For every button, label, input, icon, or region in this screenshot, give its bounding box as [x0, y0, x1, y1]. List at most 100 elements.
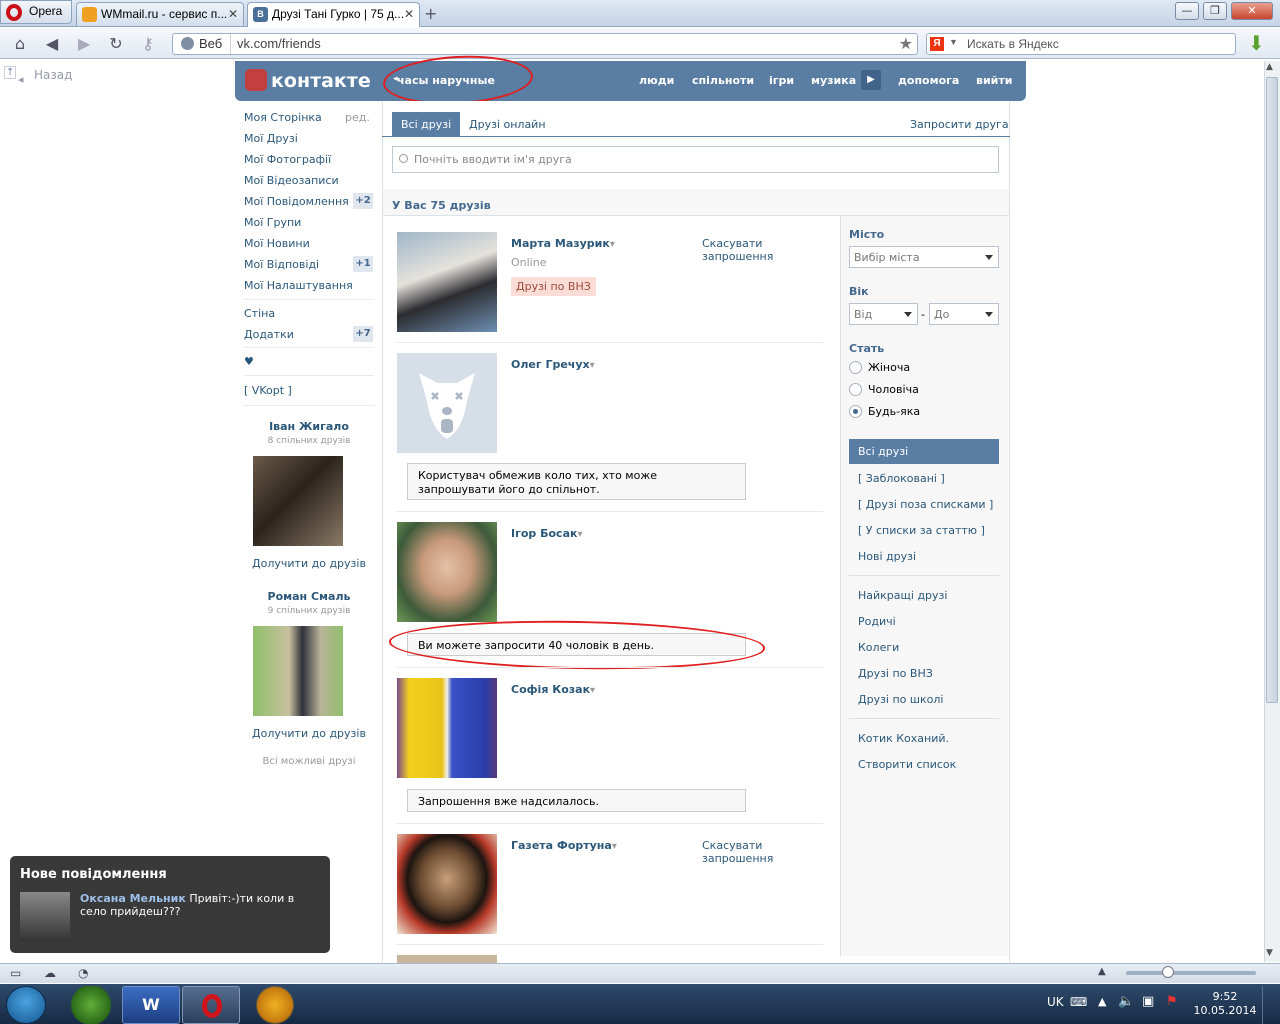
notification-body[interactable]: Оксана Мельник Привіт:-)ти коли в село п…	[80, 892, 320, 918]
sender-name[interactable]: Оксана Мельник	[80, 892, 186, 905]
network-icon[interactable]: ▣	[1142, 994, 1154, 1009]
nav-communities[interactable]: спільноти	[692, 74, 754, 87]
back-arrow-icon[interactable]: ◂	[18, 73, 24, 86]
home-icon[interactable]: ⌂	[10, 34, 30, 54]
list-outside-lists[interactable]: [ Друзі поза списками ]	[858, 498, 993, 511]
suggestion-mutual[interactable]: 8 спільних друзів	[244, 436, 374, 446]
zoom-slider-knob[interactable]	[1162, 966, 1174, 978]
nav-music[interactable]: музика	[811, 74, 856, 87]
menu-my-settings[interactable]: Мої Налаштування	[244, 279, 353, 292]
scroll-down-icon[interactable]: ▼	[1266, 948, 1273, 958]
speed-dial-icon[interactable]: ◔	[78, 966, 88, 980]
system-clock[interactable]: 9:52 10.05.2014	[1192, 990, 1258, 1018]
list-relatives[interactable]: Родичі	[858, 615, 896, 628]
suggestion-photo[interactable]	[253, 456, 343, 546]
chevron-down-icon[interactable]: ▾	[590, 360, 595, 371]
close-window-button[interactable]: ✕	[1231, 2, 1273, 20]
close-tab-icon[interactable]: ✕	[228, 7, 238, 21]
friend-name[interactable]: Олег Гречух▾	[511, 358, 595, 371]
chevron-down-icon[interactable]: ▾	[590, 685, 595, 696]
bookmark-star-icon[interactable]: ★	[899, 34, 913, 54]
age-from-select[interactable]: Від	[849, 303, 918, 325]
flag-icon[interactable]: ⚑	[1166, 994, 1178, 1009]
list-school[interactable]: Друзі по школі	[858, 693, 943, 706]
language-indicator[interactable]: UK	[1047, 995, 1064, 1009]
answers-count-badge[interactable]: +1	[353, 256, 373, 272]
tab-all-friends[interactable]: Всі друзі	[392, 112, 461, 137]
menu-my-photos[interactable]: Мої Фотографії	[244, 153, 331, 166]
create-list-link[interactable]: Створити список	[858, 758, 956, 771]
friend-photo[interactable]	[397, 955, 497, 963]
menu-my-groups[interactable]: Мої Групи	[244, 216, 301, 229]
all-possible-friends-link[interactable]: Всі можливі друзі	[244, 756, 374, 767]
list-by-sex[interactable]: [ У списки за статтю ]	[858, 524, 985, 537]
city-select[interactable]: Вибір міста	[849, 246, 999, 268]
messages-count-badge[interactable]: +2	[353, 193, 373, 209]
add-friend-link[interactable]: Долучити до друзів	[244, 727, 374, 740]
list-new-friends[interactable]: Нові друзі	[858, 550, 916, 563]
radio-any[interactable]	[849, 405, 862, 418]
menu-my-answers[interactable]: Мої Відповіді	[244, 258, 319, 271]
start-button[interactable]	[6, 986, 46, 1024]
tab-friends-online[interactable]: Друзі онлайн	[460, 112, 555, 137]
suggestion-mutual[interactable]: 9 спільних друзів	[244, 606, 374, 616]
list-best-friends[interactable]: Найкращі друзі	[858, 589, 947, 602]
list-all-friends[interactable]: Всі друзі	[849, 439, 999, 464]
utorrent-taskbar-icon[interactable]	[62, 986, 120, 1024]
friend-photo[interactable]	[397, 522, 497, 622]
list-colleagues[interactable]: Колеги	[858, 641, 899, 654]
web-label[interactable]: Веб	[173, 34, 232, 54]
reload-icon[interactable]: ↻	[106, 34, 126, 54]
nav-help[interactable]: допомога	[898, 74, 959, 87]
nav-people[interactable]: люди	[639, 74, 674, 87]
new-tab-icon[interactable]: +	[424, 4, 437, 23]
yandex-icon[interactable]: Я	[930, 37, 944, 51]
friend-photo[interactable]	[397, 834, 497, 934]
vkopt-link[interactable]: [ VKopt ]	[244, 384, 292, 397]
friend-photo[interactable]	[397, 353, 497, 453]
search-engine-dropdown-icon[interactable]: ▼	[949, 37, 958, 47]
add-friend-link[interactable]: Долучити до друзів	[244, 557, 374, 570]
chevron-down-icon[interactable]: ▾	[610, 239, 615, 250]
radio-male[interactable]	[849, 383, 862, 396]
friend-photo[interactable]	[397, 232, 497, 332]
tab-wmmail[interactable]: WMmail.ru - сервис п... ✕	[76, 2, 244, 26]
menu-my-messages[interactable]: Мої Повідомлення	[244, 195, 349, 208]
yandex-search-input[interactable]: Я ▼ Искать в Яндекс	[926, 33, 1236, 55]
list-badge[interactable]: Друзі по ВНЗ	[511, 277, 596, 296]
friend-name[interactable]: Ігор Босак▾	[511, 527, 582, 540]
friend-name[interactable]: Марта Мазурик▾	[511, 237, 615, 250]
friend-search-input[interactable]: Почніть вводити ім'я друга	[392, 146, 999, 173]
menu-edit-link[interactable]: ред.	[345, 111, 370, 124]
program-taskbar-icon[interactable]	[246, 986, 304, 1024]
volume-icon[interactable]: 🔈	[1118, 994, 1134, 1009]
close-tab-icon[interactable]: ✕	[404, 7, 414, 21]
list-university[interactable]: Друзі по ВНЗ	[858, 667, 933, 680]
apps-count-badge[interactable]: +7	[353, 326, 373, 342]
cancel-invitation-link[interactable]: Скасувати запрошення	[702, 237, 792, 263]
avatar[interactable]	[20, 892, 70, 942]
friend-name[interactable]: Софія Козак▾	[511, 683, 595, 696]
scroll-up-icon[interactable]: ▲	[1266, 62, 1273, 72]
minimize-button[interactable]: —	[1175, 2, 1199, 20]
friend-name[interactable]: Газета Фортуна▾	[511, 839, 617, 852]
new-message-notification[interactable]: Нове повідомлення Оксана Мельник Привіт:…	[10, 856, 330, 953]
vk-logo[interactable]: контакте	[245, 69, 371, 92]
key-icon[interactable]: ⚷	[138, 34, 158, 54]
zoom-slider[interactable]	[1126, 971, 1256, 975]
suggestion-name[interactable]: Роман Смаль	[244, 590, 374, 603]
heart-icon[interactable]: ♥	[244, 355, 254, 368]
radio-female-label[interactable]: Жіноча	[868, 361, 910, 374]
opera-taskbar-icon[interactable]	[182, 986, 240, 1024]
radio-male-label[interactable]: Чоловіча	[868, 383, 919, 396]
menu-wall[interactable]: Стіна	[244, 307, 275, 320]
menu-my-videos[interactable]: Мої Відеозаписи	[244, 174, 339, 187]
back-icon[interactable]: ◀	[42, 34, 62, 54]
suggestion-photo[interactable]	[253, 626, 343, 716]
suggestion-name[interactable]: Іван Жигало	[244, 420, 374, 433]
nav-logout[interactable]: вийти	[976, 74, 1012, 87]
url-text[interactable]: vk.com/friends	[237, 36, 321, 51]
nav-play-arrow-icon[interactable]: ▶	[861, 70, 881, 90]
scrollbar-thumb[interactable]	[1266, 77, 1278, 703]
tab-vk-friends[interactable]: B Друзі Тані Гурко | 75 д... ✕	[247, 2, 420, 27]
